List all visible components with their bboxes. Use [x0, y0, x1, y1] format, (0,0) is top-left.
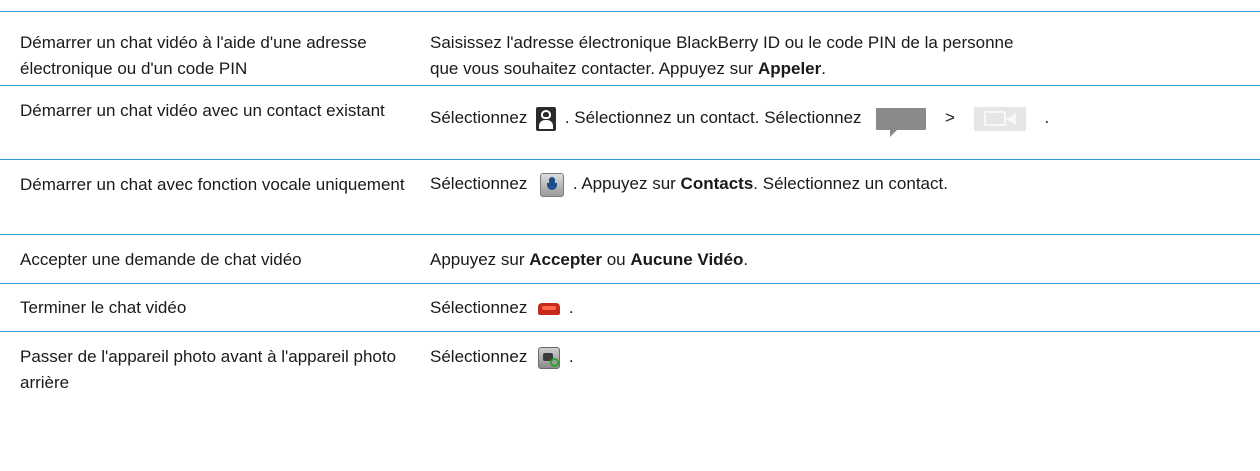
call-label: Appeler [757, 59, 822, 78]
description-line: que vous souhaitez contacter. Appuyez su… [430, 59, 826, 78]
table-row: Démarrer un chat vidéo avec un contact e… [0, 85, 1260, 159]
chat-bubble-icon [876, 107, 927, 137]
action-cell: Terminer le chat vidéo [20, 298, 187, 317]
description-cell: Sélectionnez . Sélectionnez un contact. … [430, 105, 1250, 137]
description-cell: Sélectionnez . [430, 344, 1250, 370]
action-cell: Démarrer un chat vidéo à l'aide d'une ad… [20, 33, 367, 78]
action-cell: Démarrer un chat vidéo avec un contact e… [20, 101, 385, 120]
video-camera-icon [973, 106, 1026, 131]
hang-up-icon [538, 302, 561, 315]
switch-camera-icon [538, 346, 561, 369]
microphone-icon [540, 172, 565, 197]
table-row: Démarrer un chat avec fonction vocale un… [0, 159, 1260, 234]
table-row: Terminer le chat vidéo Sélectionnez . [0, 283, 1260, 331]
action-cell: Accepter une demande de chat vidéo [20, 250, 302, 269]
action-cell: Démarrer un chat avec fonction vocale un… [20, 175, 405, 194]
instructions-table: Démarrer un chat vidéo à l'aide d'une ad… [0, 11, 1260, 411]
no-video-label: Aucune Vidéo [630, 250, 744, 269]
separator: > [945, 108, 955, 127]
table-row: Passer de l'appareil photo avant à l'app… [0, 331, 1260, 411]
description-cell: Sélectionnez . [430, 298, 574, 317]
table-row: Démarrer un chat vidéo à l'aide d'une ad… [0, 11, 1260, 85]
description-cell: Appuyez sur Accepter ou Aucune Vidéo. [430, 250, 749, 269]
contacts-label: Contacts [680, 174, 754, 193]
description-cell: Sélectionnez . Appuyez sur Contacts. Sél… [430, 171, 1250, 197]
action-cell: Passer de l'appareil photo avant à l'app… [20, 347, 397, 392]
contacts-icon [536, 106, 557, 131]
description-cell: Saisissez l'adresse électronique BlackBe… [430, 30, 1250, 82]
table-row: Accepter une demande de chat vidéo Appuy… [0, 234, 1260, 283]
accept-label: Accepter [529, 250, 602, 269]
description-line: Saisissez l'adresse électronique BlackBe… [430, 33, 1014, 52]
